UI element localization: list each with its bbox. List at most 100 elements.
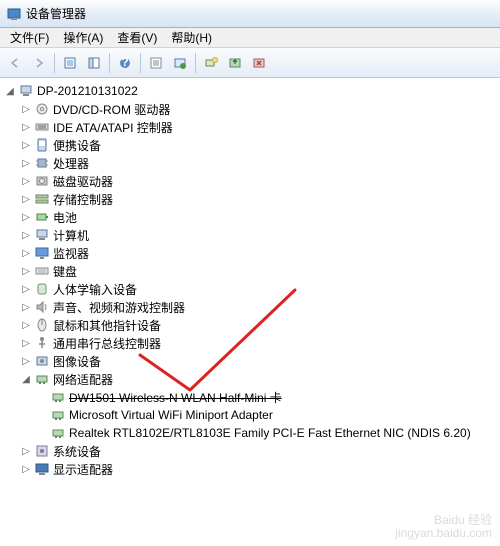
expand-icon[interactable]: ▷ [18, 191, 34, 207]
tree-category[interactable]: ▷ DVD/CD-ROM 驱动器 [2, 100, 498, 118]
back-button[interactable] [4, 52, 26, 74]
expand-icon[interactable]: ▷ [18, 119, 34, 135]
expand-icon[interactable]: ▷ [18, 209, 34, 225]
toolbar-separator [109, 53, 110, 73]
mon-icon [34, 245, 50, 261]
category-label: 人体学输入设备 [52, 281, 137, 298]
tree-category-network[interactable]: ◢ 网络适配器 [2, 370, 498, 388]
ide-icon [34, 119, 50, 135]
expand-icon[interactable]: ▷ [18, 137, 34, 153]
disp-icon [34, 461, 50, 477]
category-label: IDE ATA/ATAPI 控制器 [52, 119, 173, 136]
expand-icon[interactable]: ▷ [18, 299, 34, 315]
kbd-icon [34, 263, 50, 279]
category-label: 处理器 [52, 155, 89, 172]
toolbar-separator [54, 53, 55, 73]
sys-icon [34, 443, 50, 459]
tree-root[interactable]: ◢ DP-201210131022 [2, 82, 498, 100]
category-label: 键盘 [52, 263, 77, 280]
category-label: 存储控制器 [52, 191, 113, 208]
expand-icon[interactable]: ▷ [18, 335, 34, 351]
net-icon [34, 371, 50, 387]
expand-icon[interactable]: ▷ [18, 245, 34, 261]
help-button[interactable]: ? [114, 52, 136, 74]
root-label: DP-201210131022 [36, 84, 138, 98]
menu-action[interactable]: 操作(A) [57, 27, 109, 48]
tree-category[interactable]: ▷ IDE ATA/ATAPI 控制器 [2, 118, 498, 136]
tree-category[interactable]: ▷ 系统设备 [2, 442, 498, 460]
batt-icon [34, 209, 50, 225]
up-button[interactable] [59, 52, 81, 74]
uninstall-button[interactable] [248, 52, 270, 74]
expand-icon[interactable]: ▷ [18, 353, 34, 369]
tree-category[interactable]: ▷ 键盘 [2, 262, 498, 280]
tree-category[interactable]: ▷ 人体学输入设备 [2, 280, 498, 298]
expand-icon[interactable]: ▷ [18, 227, 34, 243]
toolbar: ? [0, 48, 500, 78]
net-icon [50, 425, 66, 441]
tree-category[interactable]: ▷ 计算机 [2, 226, 498, 244]
svg-text:?: ? [121, 56, 128, 69]
forward-button[interactable] [28, 52, 50, 74]
category-label: DVD/CD-ROM 驱动器 [52, 101, 170, 118]
tree-category[interactable]: ▷图像设备 [2, 352, 498, 370]
app-icon [6, 6, 22, 22]
category-label: 通用串行总线控制器 [52, 335, 161, 352]
mouse-icon [34, 317, 50, 333]
tree-device[interactable]: Realtek RTL8102E/RTL8103E Family PCI-E F… [2, 424, 498, 442]
expand-icon[interactable]: ▷ [18, 317, 34, 333]
expand-icon[interactable]: ▷ [18, 281, 34, 297]
category-label: 监视器 [52, 245, 89, 262]
expand-icon[interactable]: ▷ [18, 263, 34, 279]
category-label: 系统设备 [52, 443, 101, 460]
tree-device[interactable]: DW1501 Wireless-N WLAN Half-Mini 卡 [2, 388, 498, 406]
tree-category[interactable]: ▷ 通用串行总线控制器 [2, 334, 498, 352]
collapse-icon[interactable]: ◢ [2, 83, 18, 99]
device-label: Microsoft Virtual WiFi Miniport Adapter [68, 408, 273, 422]
tree-category[interactable]: ▷ 存储控制器 [2, 190, 498, 208]
tree-category[interactable]: ▷ 声音、视频和游戏控制器 [2, 298, 498, 316]
menu-view[interactable]: 查看(V) [111, 27, 163, 48]
category-label: 计算机 [52, 227, 89, 244]
refresh-button[interactable] [169, 52, 191, 74]
usb-icon [34, 335, 50, 351]
category-label: 电池 [52, 209, 77, 226]
titlebar: 设备管理器 [0, 0, 500, 28]
tree-category[interactable]: ▷ 电池 [2, 208, 498, 226]
menubar: 文件(F) 操作(A) 查看(V) 帮助(H) [0, 28, 500, 48]
net-icon [50, 407, 66, 423]
tree-category[interactable]: ▷ 鼠标和其他指针设备 [2, 316, 498, 334]
properties-button[interactable] [145, 52, 167, 74]
hid-icon [34, 281, 50, 297]
show-hide-tree-button[interactable] [83, 52, 105, 74]
expand-icon[interactable]: ▷ [18, 461, 34, 477]
category-label: 网络适配器 [52, 371, 113, 388]
menu-file[interactable]: 文件(F) [4, 27, 55, 48]
category-label: 显示适配器 [52, 461, 113, 478]
category-label: 声音、视频和游戏控制器 [52, 299, 185, 316]
expand-icon[interactable]: ▷ [18, 443, 34, 459]
update-driver-button[interactable] [224, 52, 246, 74]
category-label: 鼠标和其他指针设备 [52, 317, 161, 334]
toolbar-separator [140, 53, 141, 73]
category-label: 便携设备 [52, 137, 101, 154]
tree-category[interactable]: ▷ 便携设备 [2, 136, 498, 154]
collapse-icon[interactable]: ◢ [18, 371, 34, 387]
tree-category[interactable]: ▷磁盘驱动器 [2, 172, 498, 190]
net-icon [50, 389, 66, 405]
expand-icon[interactable]: ▷ [18, 101, 34, 117]
tree-category[interactable]: ▷ 处理器 [2, 154, 498, 172]
tree-device[interactable]: Microsoft Virtual WiFi Miniport Adapter [2, 406, 498, 424]
device-label: Realtek RTL8102E/RTL8103E Family PCI-E F… [68, 426, 471, 440]
toolbar-separator [195, 53, 196, 73]
menu-help[interactable]: 帮助(H) [165, 27, 218, 48]
scan-hardware-button[interactable] [200, 52, 222, 74]
expand-icon[interactable]: ▷ [18, 173, 34, 189]
expand-icon[interactable]: ▷ [18, 155, 34, 171]
tree-category[interactable]: ▷ 显示适配器 [2, 460, 498, 478]
pc-icon [34, 227, 50, 243]
stor-icon [34, 191, 50, 207]
tree-category[interactable]: ▷ 监视器 [2, 244, 498, 262]
device-tree[interactable]: ◢DP-201210131022▷DVD/CD-ROM 驱动器▷IDE ATA/… [0, 78, 500, 546]
port-icon [34, 137, 50, 153]
